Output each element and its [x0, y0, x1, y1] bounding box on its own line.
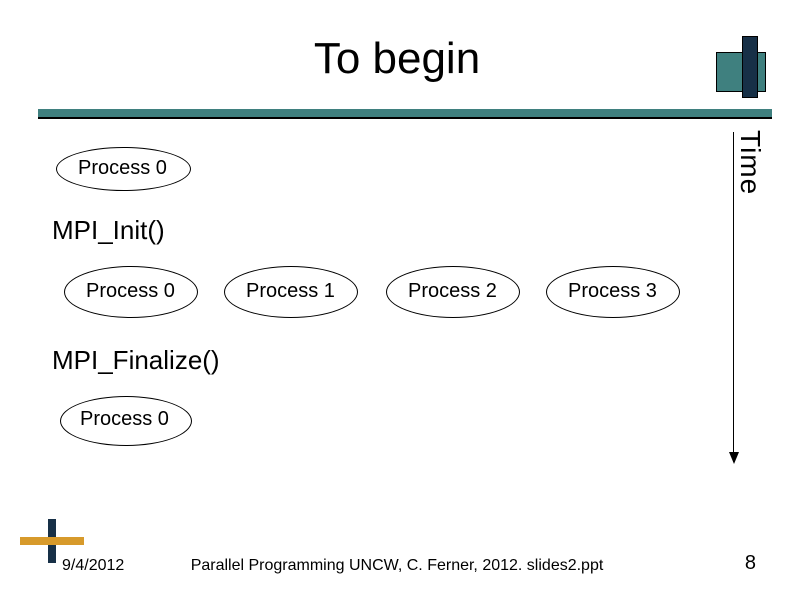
stage-finalize: MPI_Finalize() — [52, 345, 220, 376]
title-rule-thin — [38, 117, 772, 119]
label-process-0-after: Process 0 — [80, 408, 169, 431]
slide: To begin Time Process 0 MPI_Init() Proce… — [0, 0, 794, 595]
footer-decor-gold — [20, 537, 84, 545]
time-axis-label: Time — [734, 130, 766, 195]
corner-decor-teal — [716, 52, 766, 92]
time-axis-arrow — [733, 132, 734, 462]
label-process-3: Process 3 — [568, 280, 657, 303]
corner-decor-navy — [742, 36, 758, 98]
slide-title: To begin — [0, 34, 794, 84]
label-process-0-before: Process 0 — [78, 157, 167, 180]
stage-init: MPI_Init() — [52, 215, 165, 246]
title-rule-thick — [38, 109, 772, 117]
footer-page-number: 8 — [745, 552, 756, 575]
label-process-0-during: Process 0 — [86, 280, 175, 303]
label-process-2: Process 2 — [408, 280, 497, 303]
footer-center: Parallel Programming UNCW, C. Ferner, 20… — [0, 557, 794, 575]
label-process-1: Process 1 — [246, 280, 335, 303]
